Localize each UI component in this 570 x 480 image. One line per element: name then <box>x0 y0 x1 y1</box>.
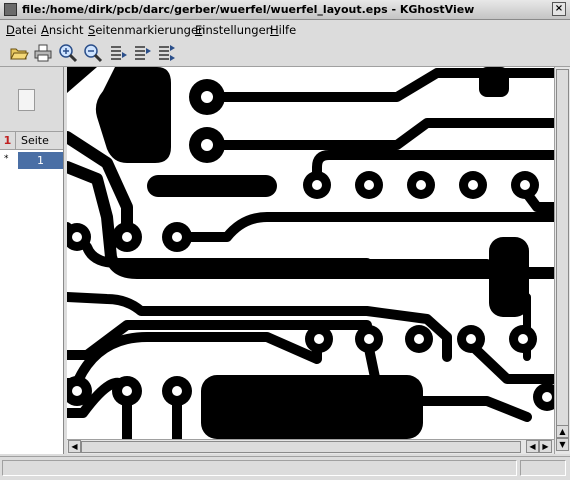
list-item[interactable]: * 1 <box>0 152 63 169</box>
document-view[interactable] <box>67 67 554 439</box>
status-bar <box>0 456 570 480</box>
scroll-left-button[interactable]: ◀ <box>68 440 81 453</box>
menu-einstellungen[interactable]: Einstellungen <box>195 23 273 37</box>
menu-bar: Datei Ansicht Seitenmarkierungen Einstel… <box>0 20 570 40</box>
vertical-scrollbar[interactable]: ▲ ▼ <box>554 67 570 454</box>
mark-page-list-icon[interactable] <box>133 43 153 63</box>
pcb-layout-image <box>67 67 554 439</box>
close-button[interactable]: × <box>552 2 566 16</box>
status-field <box>2 460 517 476</box>
thumbnail-area <box>0 67 63 131</box>
horizontal-scroll-thumb[interactable] <box>81 441 521 453</box>
print-icon[interactable] <box>33 43 53 63</box>
menu-datei[interactable]: Datei <box>6 23 37 37</box>
mark-page-all-icon[interactable] <box>157 43 177 63</box>
page-list-header: 1 Seite <box>0 131 63 150</box>
scroll-left-button-end[interactable]: ◀ <box>526 440 539 453</box>
zoom-out-icon[interactable] <box>83 43 103 63</box>
scroll-up-button[interactable]: ▲ <box>556 425 569 438</box>
mark-column-header[interactable]: 1 <box>0 132 16 149</box>
page-number[interactable]: 1 <box>18 152 63 169</box>
title-bar: file:/home/dirk/pcb/darc/gerber/wuerfel/… <box>0 0 570 20</box>
scroll-down-button[interactable]: ▼ <box>556 438 569 451</box>
app-icon[interactable] <box>4 3 17 16</box>
scroll-right-button[interactable]: ▶ <box>539 440 552 453</box>
window-title: file:/home/dirk/pcb/darc/gerber/wuerfel/… <box>22 3 475 16</box>
page-thumbnail[interactable] <box>18 89 35 111</box>
vertical-scroll-thumb[interactable] <box>556 69 569 430</box>
page-sidebar: 1 Seite * 1 <box>0 67 64 454</box>
menu-hilfe[interactable]: Hilfe <box>270 23 296 37</box>
horizontal-scrollbar[interactable]: ◀ ◀ ▶ <box>67 439 554 454</box>
menu-ansicht[interactable]: Ansicht <box>41 23 83 37</box>
page-column-header[interactable]: Seite <box>21 134 49 147</box>
zoom-in-icon[interactable] <box>58 43 78 63</box>
status-field-secondary <box>520 460 566 476</box>
menu-seitenmarkierungen[interactable]: Seitenmarkierungen <box>88 23 205 37</box>
open-folder-icon[interactable] <box>9 43 29 63</box>
mark-page-icon[interactable] <box>109 43 129 63</box>
toolbar <box>0 40 570 67</box>
page-mark: * <box>4 154 9 164</box>
